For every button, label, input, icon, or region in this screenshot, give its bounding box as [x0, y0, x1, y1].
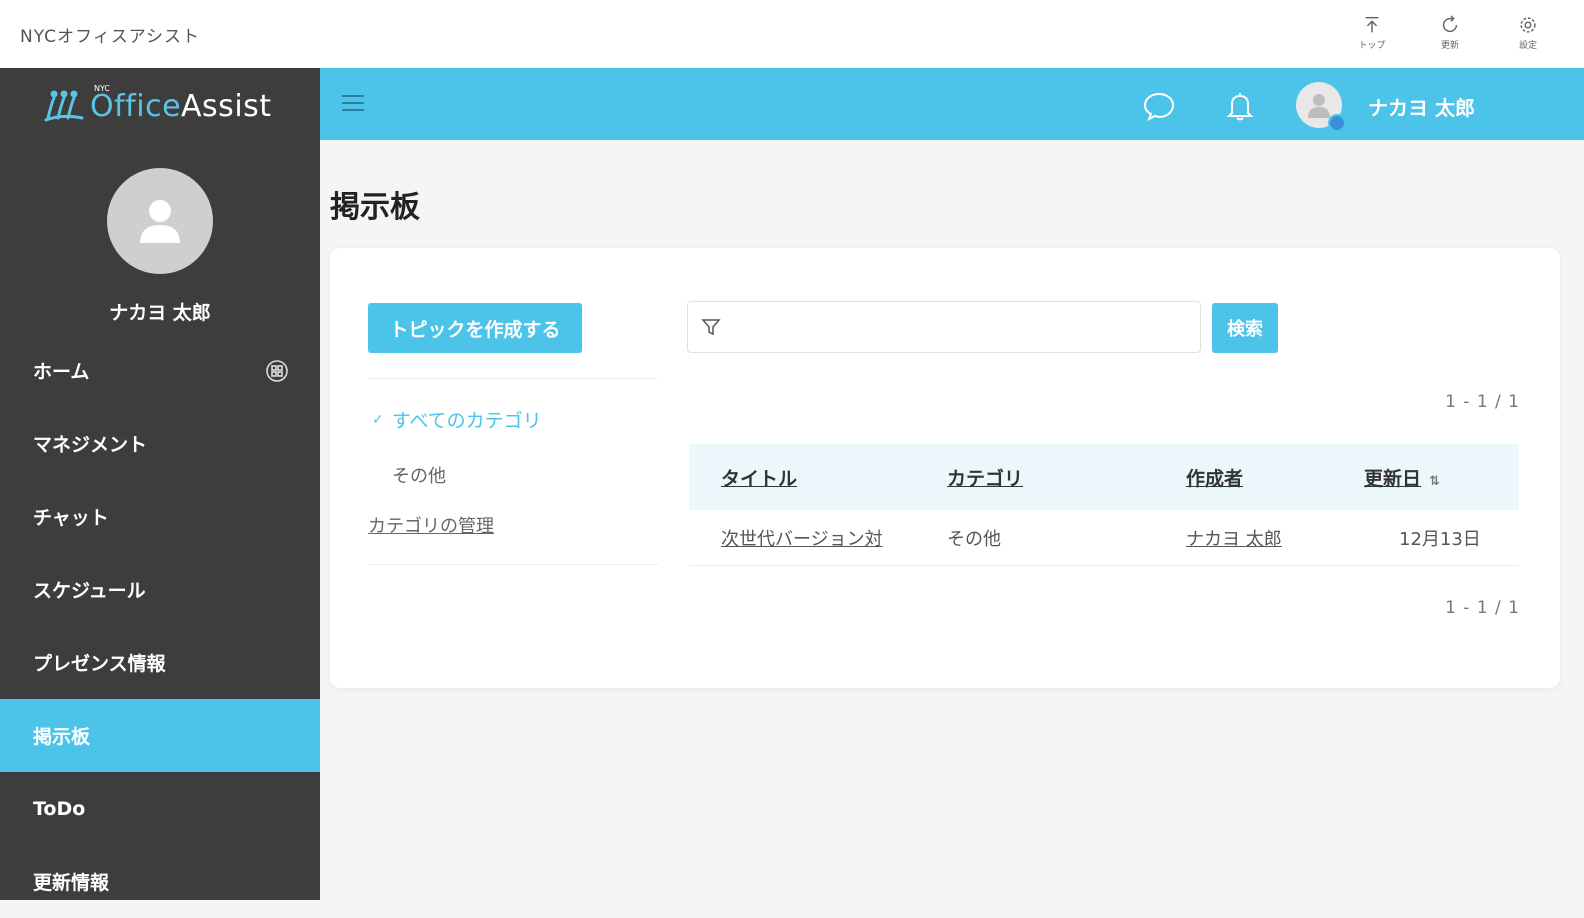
sidebar-item-updates[interactable]: 更新情報: [0, 845, 320, 918]
category-all-label: すべてのカテゴリ: [391, 410, 542, 432]
sidebar-item-label: 更新情報: [33, 872, 110, 894]
column-header-author[interactable]: 作成者: [1186, 464, 1243, 491]
pagination-top: 1 - 1 / 1: [1445, 392, 1520, 412]
topic-updated-date: 12月13日: [1399, 528, 1481, 550]
header-avatar[interactable]: [1296, 82, 1346, 132]
table-header: タイトル カテゴリ 作成者 更新日 ⇅: [689, 444, 1519, 510]
column-header-title[interactable]: タイトル: [721, 464, 797, 491]
sidebar-item-label: スケジュール: [33, 580, 146, 602]
check-icon: ✓: [372, 411, 384, 428]
app-header: ナカヨ 太郎: [320, 68, 1584, 140]
sidebar-user-name: ナカヨ 太郎: [109, 302, 211, 324]
header-user-name[interactable]: ナカヨ 太郎: [1368, 92, 1475, 121]
logo-mark-icon: [44, 90, 84, 122]
page-title: 掲示板: [330, 190, 420, 225]
hamburger-menu-icon[interactable]: [340, 92, 366, 114]
create-topic-button[interactable]: トピックを作成する: [368, 303, 582, 353]
sidebar-item-label: チャット: [33, 507, 109, 529]
search-button[interactable]: 検索: [1212, 303, 1278, 353]
settings-icon: [1520, 17, 1536, 33]
column-header-category[interactable]: カテゴリ: [947, 464, 1023, 491]
notification-bell-icon[interactable]: [1223, 90, 1257, 122]
topic-category: その他: [947, 528, 1001, 550]
app-title: NYCオフィスアシスト: [20, 27, 201, 47]
manage-categories-link[interactable]: カテゴリの管理: [368, 512, 494, 538]
logo-nyc-text: NYC: [94, 84, 111, 93]
sidebar-item-management[interactable]: マネジメント: [0, 407, 320, 480]
logo-assist: Assist: [181, 88, 272, 124]
settings-button-label: 設定: [1518, 41, 1537, 51]
user-icon: [140, 200, 180, 243]
topic-author-link[interactable]: ナカヨ 太郎: [1186, 525, 1282, 551]
top-button[interactable]: トップ: [1350, 14, 1394, 54]
logo-office: Office: [90, 88, 182, 124]
sidebar-item-home[interactable]: ホーム: [0, 334, 320, 407]
column-header-updated[interactable]: 更新日 ⇅: [1364, 464, 1440, 491]
logo-text: OfficeAssist: [90, 89, 272, 124]
sidebar-item-label: 掲示板: [33, 726, 91, 748]
pagination-bottom: 1 - 1 / 1: [1445, 598, 1520, 618]
sidebar-nav: ホーム マネジメント チャット スケジュール プレゼンス情報 掲示板 ToDo …: [0, 334, 320, 918]
dashboard-icon[interactable]: [264, 358, 290, 384]
topic-title-link[interactable]: 次世代バージョン対: [721, 525, 883, 551]
sidebar-item-presence[interactable]: プレゼンス情報: [0, 626, 320, 699]
app-logo[interactable]: NYC OfficeAssist: [42, 84, 272, 128]
sidebar-avatar[interactable]: [107, 168, 213, 274]
divider: [368, 378, 658, 379]
sidebar-item-chat[interactable]: チャット: [0, 480, 320, 553]
column-header-updated-label: 更新日: [1364, 467, 1422, 490]
sort-descending-icon: ⇅: [1429, 473, 1440, 489]
chat-bubble-icon[interactable]: [1142, 90, 1176, 122]
search-field[interactable]: [687, 301, 1201, 353]
sidebar-item-schedule[interactable]: スケジュール: [0, 553, 320, 626]
main-content: 掲示板 トピックを作成する ✓ すべてのカテゴリ その他 カテゴリの管理 検索 …: [320, 140, 1584, 900]
sidebar-item-label: マネジメント: [33, 434, 148, 456]
refresh-button-label: 更新: [1440, 41, 1459, 51]
table-row: 次世代バージョン対 その他 ナカヨ 太郎 12月13日: [689, 510, 1519, 566]
category-all[interactable]: ✓ すべてのカテゴリ: [372, 406, 542, 433]
filter-icon: [701, 319, 721, 336]
bulletin-board-card: トピックを作成する ✓ すべてのカテゴリ その他 カテゴリの管理 検索 1 - …: [330, 248, 1560, 688]
search-input[interactable]: [732, 310, 1192, 344]
sidebar-item-label: プレゼンス情報: [33, 653, 166, 675]
top-button-label: トップ: [1358, 41, 1386, 51]
sidebar-item-label: ホーム: [33, 361, 90, 383]
sidebar-item-label: ToDo: [33, 797, 86, 820]
sidebar: NYC OfficeAssist ナカヨ 太郎 ホーム マネジメント チャット …: [0, 68, 320, 900]
category-other[interactable]: その他: [392, 462, 446, 488]
system-titlebar: NYCオフィスアシスト トップ 更新 設定: [0, 0, 1584, 68]
refresh-icon: [1442, 15, 1458, 33]
sidebar-item-todo[interactable]: ToDo: [0, 772, 320, 845]
settings-button[interactable]: 設定: [1506, 14, 1550, 54]
presence-status-dot: [1328, 114, 1346, 132]
top-icon: [1365, 16, 1379, 33]
sidebar-item-bulletin-board[interactable]: 掲示板: [0, 699, 320, 772]
user-icon: [1308, 94, 1330, 118]
refresh-button[interactable]: 更新: [1428, 14, 1472, 54]
divider: [368, 564, 658, 565]
topics-table: タイトル カテゴリ 作成者 更新日 ⇅ 次世代バージョン対 その他 ナカヨ 太郎 …: [689, 444, 1519, 566]
